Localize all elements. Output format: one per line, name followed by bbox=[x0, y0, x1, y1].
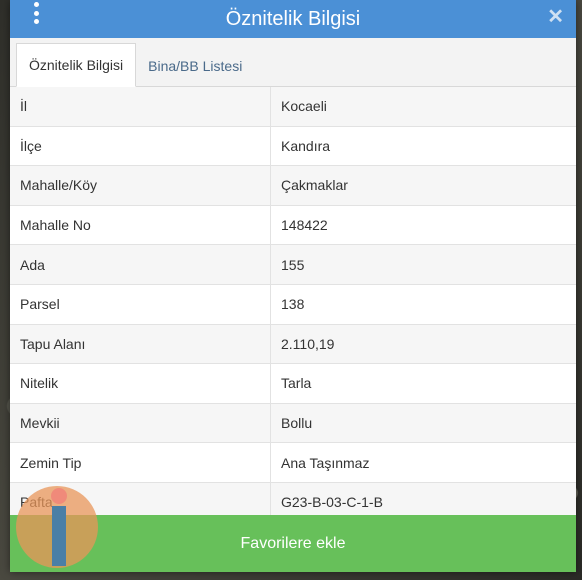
table-row: Ada 155 bbox=[10, 245, 576, 285]
attribute-table: İl Kocaeli İlçe Kandıra Mahalle/Köy Çakm… bbox=[10, 87, 576, 523]
table-row: Mevkii Bollu bbox=[10, 403, 576, 444]
row-label: Mevkii bbox=[10, 403, 271, 443]
row-label: Parsel bbox=[10, 284, 271, 324]
tab-attribute-info[interactable]: Öznitelik Bilgisi bbox=[16, 43, 137, 87]
row-label: Ada bbox=[10, 245, 271, 284]
row-value: 138 bbox=[281, 296, 305, 313]
row-label: Zemin Tip bbox=[10, 443, 271, 482]
table-row: Mahalle/Köy Çakmaklar bbox=[10, 166, 576, 206]
dialog-title: Öznitelik Bilgisi bbox=[225, 7, 361, 30]
table-row: İl Kocaeli bbox=[10, 87, 576, 127]
row-label: Tapu Alanı bbox=[10, 324, 271, 364]
table-row: Zemin Tip Ana Taşınmaz bbox=[10, 443, 576, 483]
row-label: İlçe bbox=[10, 126, 271, 166]
row-value: Kocaeli bbox=[281, 98, 327, 115]
table-row: İlçe Kandıra bbox=[10, 126, 576, 167]
row-value: Tarla bbox=[281, 375, 312, 392]
row-value: Ana Taşınmaz bbox=[281, 454, 370, 471]
table-row: Parsel 138 bbox=[10, 284, 576, 325]
tab-bar: Öznitelik Bilgisi Bina/BB Listesi bbox=[10, 38, 576, 87]
info-icon[interactable] bbox=[16, 486, 98, 568]
info-icon-dot bbox=[51, 488, 67, 504]
row-value: 148422 bbox=[281, 217, 328, 234]
row-value: 155 bbox=[281, 256, 305, 273]
row-value: Kandıra bbox=[281, 137, 331, 154]
close-icon[interactable]: ✕ bbox=[547, 5, 564, 29]
info-icon-bar bbox=[52, 506, 66, 566]
row-label: İl bbox=[10, 87, 271, 126]
tab-building-list[interactable]: Bina/BB Listesi bbox=[136, 46, 254, 86]
table-row: Mahalle No 148422 bbox=[10, 205, 576, 246]
row-value: Bollu bbox=[281, 415, 313, 432]
vertical-dots-icon[interactable] bbox=[28, 2, 44, 24]
dialog-header: Öznitelik Bilgisi ✕ bbox=[10, 0, 576, 38]
row-value: Çakmaklar bbox=[281, 177, 348, 194]
row-value: 2.110,19 bbox=[281, 335, 335, 352]
table-row: Tapu Alanı 2.110,19 bbox=[10, 324, 576, 365]
table-row: Nitelik Tarla bbox=[10, 364, 576, 404]
attribute-info-dialog: Öznitelik Bilgisi ✕ Öznitelik Bilgisi Bi… bbox=[10, 0, 576, 572]
row-label: Nitelik bbox=[10, 364, 271, 403]
row-label: Mahalle No bbox=[10, 205, 271, 245]
row-label: Mahalle/Köy bbox=[10, 166, 271, 205]
